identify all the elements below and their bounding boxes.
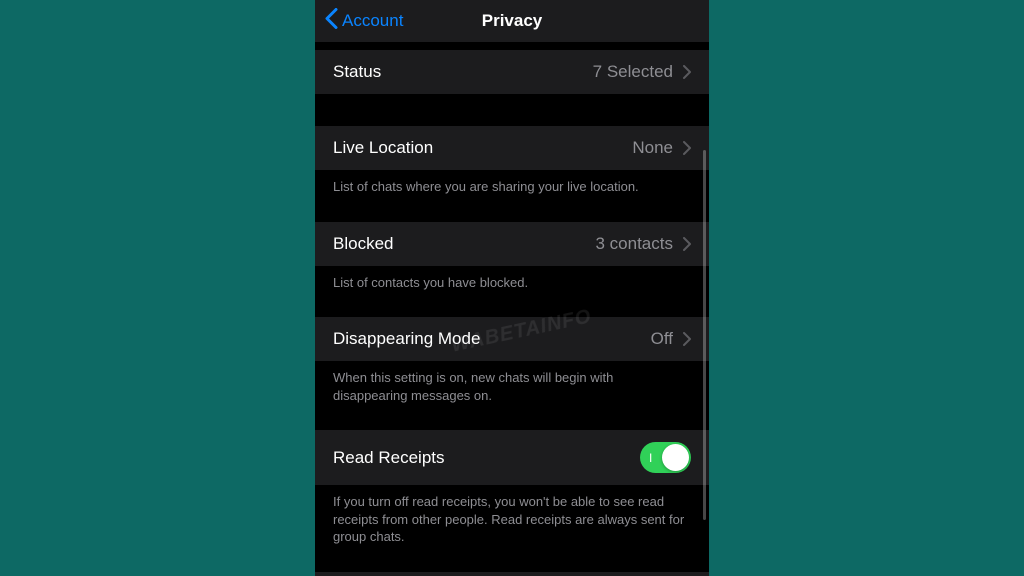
content-scroll[interactable]: Status 7 Selected Live Location None Lis… — [315, 42, 709, 576]
row-label: Status — [333, 62, 381, 82]
row-footer: When this setting is on, new chats will … — [315, 361, 709, 412]
chevron-right-icon — [683, 65, 691, 79]
row-blocked[interactable]: Blocked 3 contacts — [315, 222, 709, 266]
row-footer: If you turn off read receipts, you won't… — [315, 485, 709, 554]
row-footer: List of contacts you have blocked. — [315, 266, 709, 300]
row-value: 3 contacts — [596, 234, 674, 254]
back-label: Account — [342, 11, 403, 31]
back-button[interactable]: Account — [325, 8, 403, 34]
read-receipts-toggle[interactable]: I — [640, 442, 691, 473]
scrollbar[interactable] — [703, 150, 706, 520]
row-value: None — [632, 138, 673, 158]
row-label: Blocked — [333, 234, 393, 254]
row-footer: List of chats where you are sharing your… — [315, 170, 709, 204]
row-label: Live Location — [333, 138, 433, 158]
chevron-right-icon — [683, 141, 691, 155]
chevron-left-icon — [325, 8, 338, 34]
row-label: Read Receipts — [333, 448, 445, 468]
chevron-right-icon — [683, 332, 691, 346]
row-screen-lock[interactable]: Screen Lock — [315, 572, 709, 576]
chevron-right-icon — [683, 237, 691, 251]
phone-frame: Account Privacy Status 7 Selected Live L… — [315, 0, 709, 576]
row-value: 7 Selected — [593, 62, 673, 82]
toggle-on-indicator: I — [649, 451, 652, 465]
row-label: Disappearing Mode — [333, 329, 480, 349]
row-value: Off — [651, 329, 673, 349]
toggle-knob — [662, 444, 689, 471]
page-title: Privacy — [482, 11, 543, 31]
row-disappearing-mode[interactable]: Disappearing Mode Off — [315, 317, 709, 361]
row-read-receipts: Read Receipts I — [315, 430, 709, 485]
row-status[interactable]: Status 7 Selected — [315, 50, 709, 94]
row-live-location[interactable]: Live Location None — [315, 126, 709, 170]
nav-bar: Account Privacy — [315, 0, 709, 42]
